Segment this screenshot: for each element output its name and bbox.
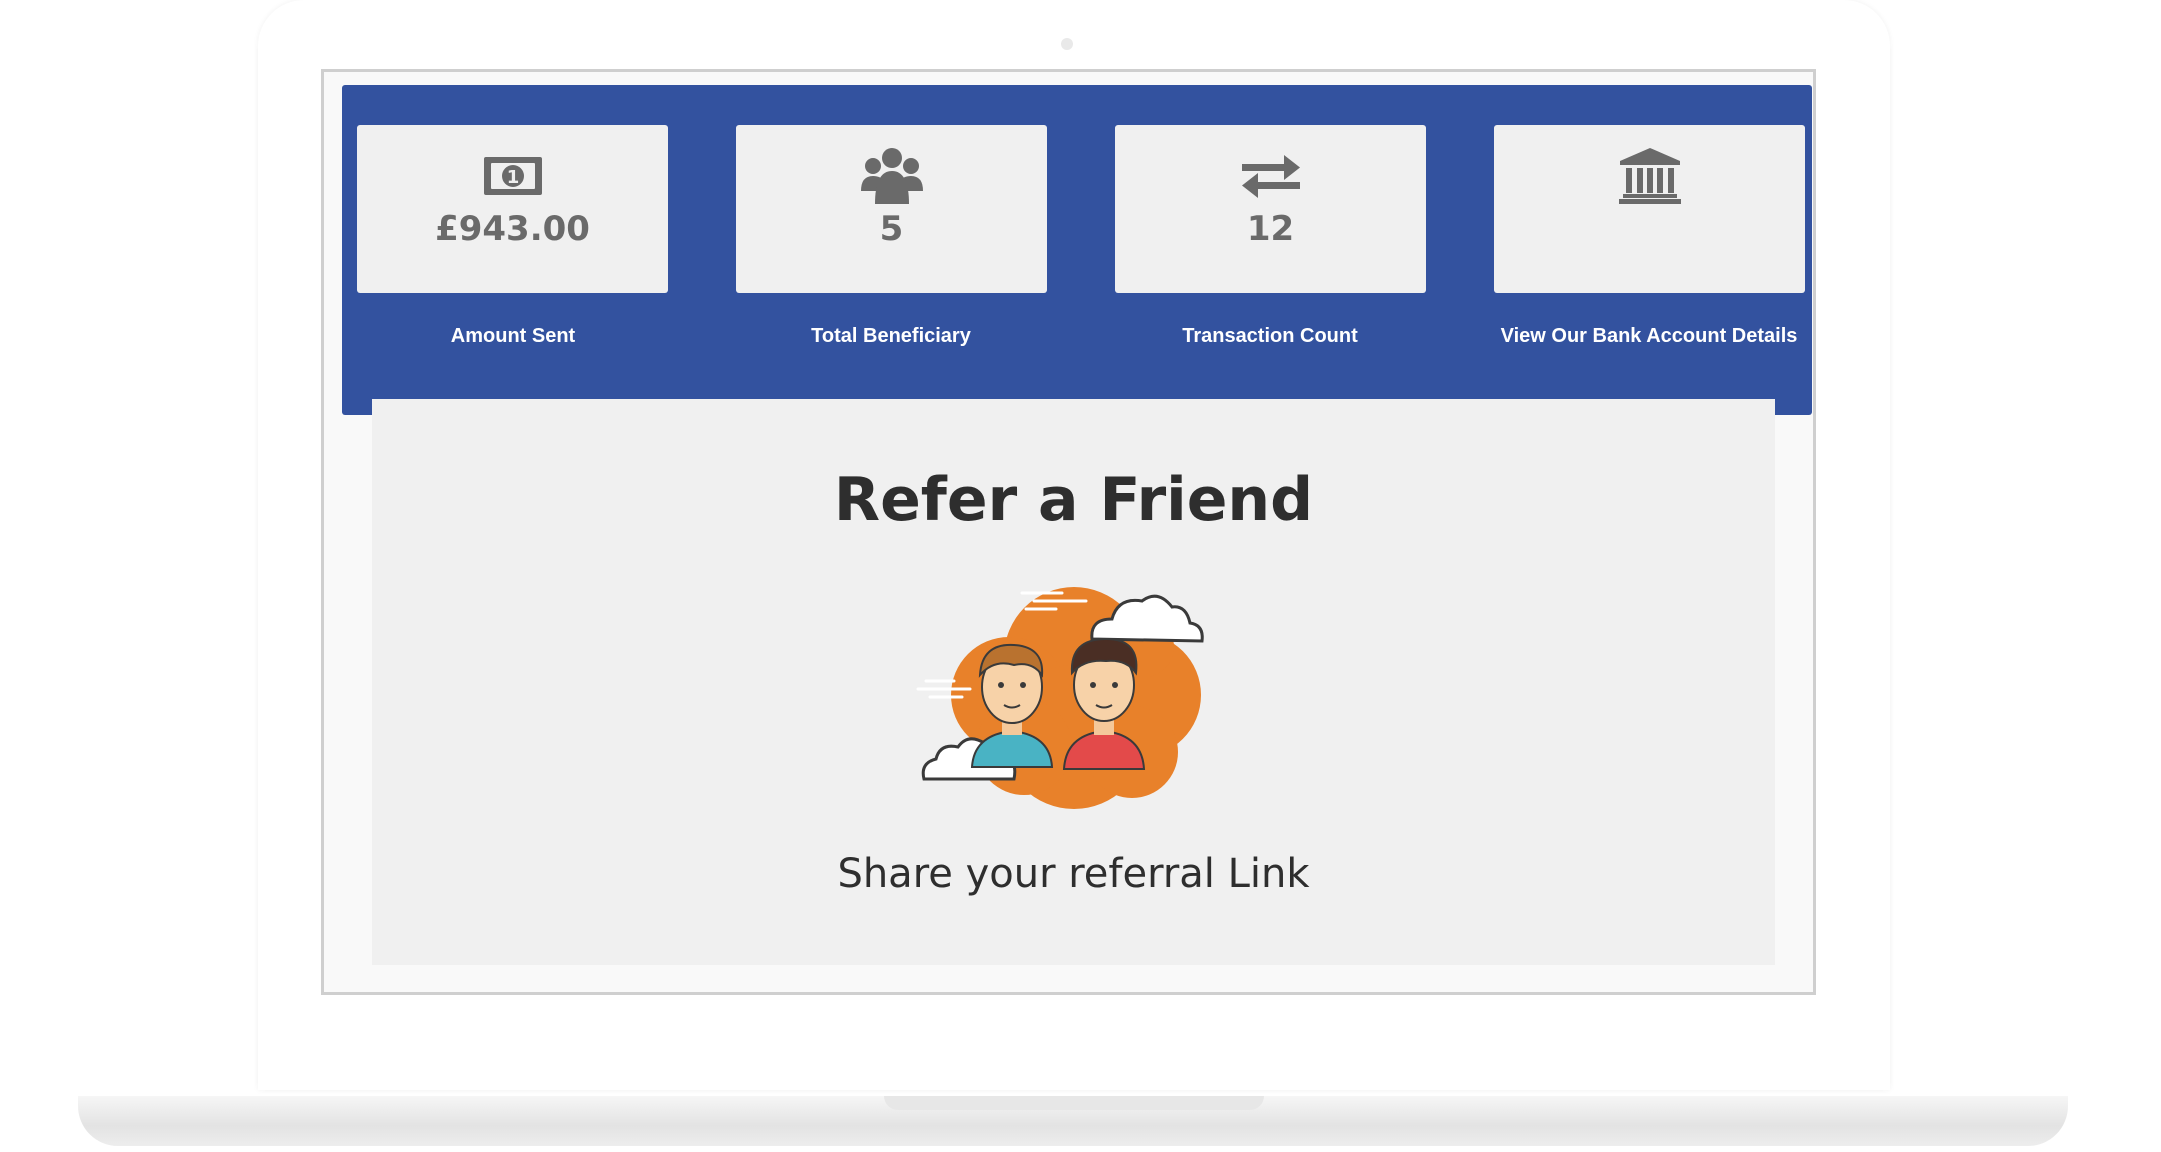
total-beneficiary-card[interactable]: 5 bbox=[736, 125, 1047, 293]
laptop-screen: 1 £943.00 Amount Sent 5 Total Beneficiar… bbox=[321, 69, 1816, 995]
total-beneficiary-label[interactable]: Total Beneficiary bbox=[711, 325, 1071, 348]
transaction-count-value: 12 bbox=[1246, 209, 1295, 249]
refer-title: Refer a Friend bbox=[833, 465, 1314, 535]
webcam-dot bbox=[1061, 38, 1073, 50]
exchange-arrows-icon bbox=[1115, 151, 1426, 201]
transaction-count-label[interactable]: Transaction Count bbox=[1090, 325, 1450, 348]
refer-friend-panel: Refer a Friend Share your referral Link bbox=[372, 399, 1775, 965]
stats-panel: 1 £943.00 Amount Sent 5 Total Beneficiar… bbox=[342, 85, 1812, 415]
refer-subtitle: Share your referral Link bbox=[837, 851, 1310, 897]
svg-text:1: 1 bbox=[506, 167, 519, 188]
amount-sent-value: £943.00 bbox=[435, 209, 590, 249]
two-friends-illustration bbox=[914, 567, 1234, 819]
total-beneficiary-value: 5 bbox=[879, 209, 904, 249]
bank-account-card[interactable] bbox=[1494, 125, 1805, 293]
money-bill-icon: 1 bbox=[357, 151, 668, 201]
bank-icon bbox=[1494, 148, 1805, 204]
users-icon bbox=[736, 148, 1047, 204]
amount-sent-label[interactable]: Amount Sent bbox=[333, 325, 693, 348]
transaction-count-card[interactable]: 12 bbox=[1115, 125, 1426, 293]
amount-sent-card[interactable]: 1 £943.00 bbox=[357, 125, 668, 293]
laptop-notch bbox=[884, 1096, 1264, 1110]
bank-account-label[interactable]: View Our Bank Account Details bbox=[1469, 325, 1829, 348]
